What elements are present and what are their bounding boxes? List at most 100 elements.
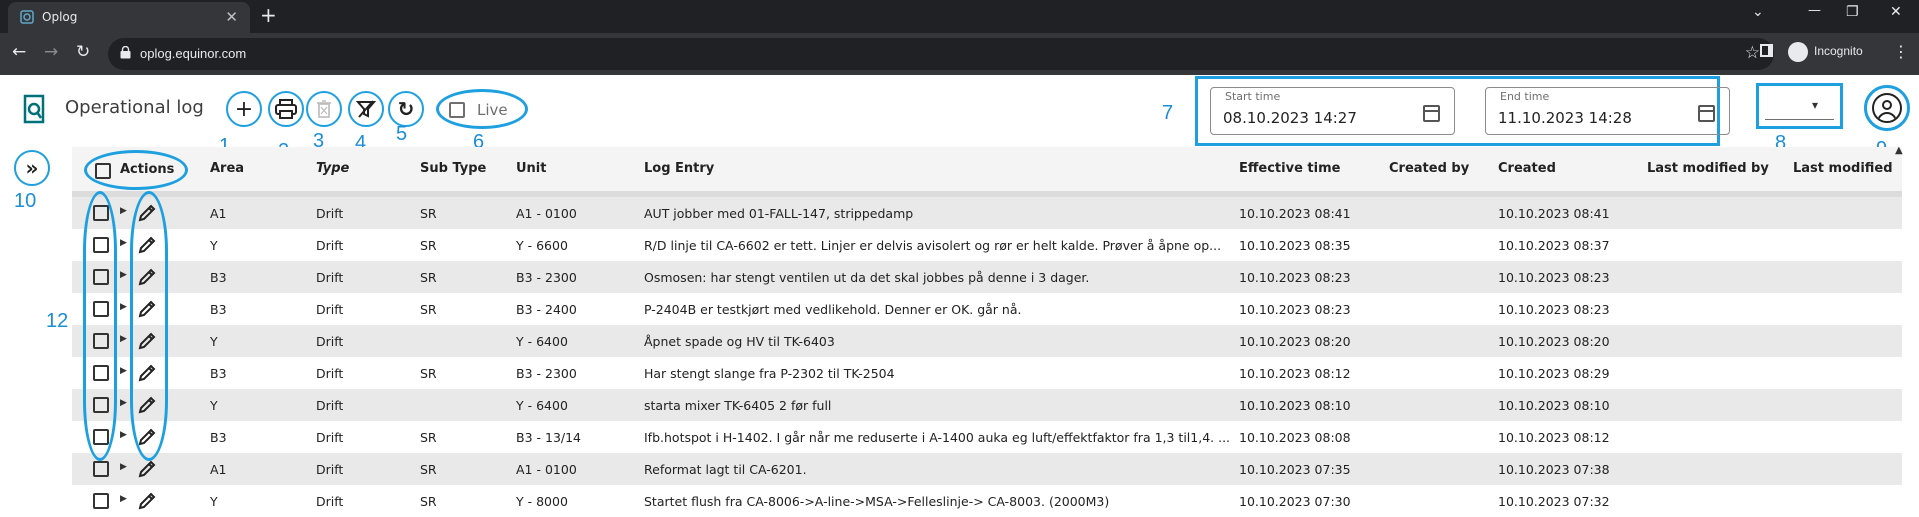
cell-log-entry: Reformat lagt til CA-6201. — [644, 462, 807, 477]
window-close-icon[interactable]: ✕ — [1890, 4, 1902, 20]
cell-sub-type: SR — [420, 430, 437, 445]
account-icon — [1872, 93, 1902, 123]
browser-menu-icon[interactable]: ⋮ — [1893, 42, 1909, 61]
annotation-7: 7 — [1162, 102, 1174, 124]
cell-area: B3 — [210, 302, 227, 317]
col-created-by[interactable]: Created by — [1389, 161, 1469, 176]
forward-icon[interactable]: → — [44, 42, 58, 62]
cell-created: 10.10.2023 08:37 — [1498, 238, 1610, 253]
col-last-modified[interactable]: Last modified — [1793, 161, 1893, 176]
preset-select[interactable]: ▾ — [1756, 83, 1843, 129]
edit-pencil-icon[interactable] — [136, 458, 158, 480]
end-time-label: End time — [1500, 90, 1550, 103]
cell-sub-type: SR — [420, 302, 437, 317]
expand-row-icon[interactable]: ▶ — [120, 334, 127, 344]
expand-row-icon[interactable]: ▶ — [120, 494, 127, 504]
col-unit[interactable]: Unit — [516, 161, 546, 176]
start-time-field[interactable]: Start time 08.10.2023 14:27 — [1210, 87, 1455, 135]
expand-row-icon[interactable]: ▶ — [120, 302, 127, 312]
cell-log-entry: AUT jobber med 01-FALL-147, strippedamp — [644, 206, 914, 221]
table-row[interactable]: ▶ Y Drift SR Y - 8000 Startet flush fra CA-80… — [72, 485, 1902, 517]
reload-icon[interactable]: ↻ — [76, 42, 90, 62]
table-row[interactable]: ▶ A1 Drift SR A1 - 0100 AUT jobber med 01-FAL… — [72, 197, 1902, 229]
cell-effective-time: 10.10.2023 08:41 — [1239, 206, 1351, 221]
side-panel-icon[interactable] — [1760, 44, 1773, 57]
cell-log-entry: Åpnet spade og HV til TK-6403 — [644, 334, 835, 349]
cell-type: Drift — [316, 334, 344, 349]
table-row[interactable]: ▶ B3 Drift SR B3 - 2300 Osmosen: har stengt v… — [72, 261, 1902, 293]
refresh-icon: ↻ — [397, 97, 415, 121]
cell-effective-time: 10.10.2023 08:20 — [1239, 334, 1351, 349]
delete-icon — [317, 100, 331, 118]
url-field[interactable]: oplog.equinor.com ☆ — [108, 38, 1774, 70]
cell-sub-type: SR — [420, 366, 437, 381]
scroll-up-icon[interactable]: ▲ — [1895, 145, 1903, 156]
edit-pencil-icon[interactable] — [136, 490, 158, 512]
cell-created: 10.10.2023 08:23 — [1498, 302, 1610, 317]
double-chevron-right-icon: » — [25, 156, 39, 180]
cell-log-entry: P-2404B er testkjørt med vedlikehold. De… — [644, 302, 1022, 317]
row-checkbox[interactable] — [93, 461, 109, 477]
clear-filter-button[interactable] — [348, 91, 384, 127]
cell-unit: B3 - 2400 — [516, 302, 577, 317]
select-all-actions[interactable]: Actions — [84, 150, 188, 190]
expand-row-icon[interactable]: ▶ — [120, 270, 127, 280]
add-log-button[interactable]: + — [226, 91, 262, 127]
tab-title: Oplog — [42, 10, 78, 24]
table-row[interactable]: ▶ A1 Drift SR A1 - 0100 Reformat lagt til CA-… — [72, 453, 1902, 485]
cell-effective-time: 10.10.2023 08:23 — [1239, 302, 1351, 317]
app-content: Operational log + ↻ Live 1 2 3 4 5 6 7 8… — [0, 75, 1919, 517]
tab-close-icon[interactable]: ✕ — [225, 8, 238, 26]
col-sub-type[interactable]: Sub Type — [420, 161, 486, 176]
cell-unit: Y - 6400 — [516, 398, 568, 413]
table-row[interactable]: ▶ Y Drift Y - 6400 Åpnet spade og HV til TK-… — [72, 325, 1902, 357]
expand-row-icon[interactable]: ▶ — [120, 430, 127, 440]
back-icon[interactable]: ← — [12, 42, 26, 62]
cell-effective-time: 10.10.2023 08:08 — [1239, 430, 1351, 445]
calendar-icon[interactable] — [1423, 105, 1440, 122]
col-area[interactable]: Area — [210, 161, 244, 176]
tab-search-icon[interactable]: ⌄ — [1752, 4, 1764, 20]
cell-type: Drift — [316, 238, 344, 253]
expand-row-icon[interactable]: ▶ — [120, 462, 127, 472]
annotation-12: 12 — [46, 310, 69, 332]
restore-icon[interactable]: ❐ — [1846, 4, 1859, 20]
expand-row-icon[interactable]: ▶ — [120, 238, 127, 248]
cell-area: Y — [210, 494, 218, 509]
print-button[interactable] — [268, 91, 304, 127]
table-row[interactable]: ▶ Y Drift SR Y - 6600 R/D linje til CA-6602 e… — [72, 229, 1902, 261]
add-icon: + — [234, 96, 254, 122]
url-text: oplog.equinor.com — [140, 46, 247, 61]
user-account-button[interactable] — [1864, 85, 1910, 131]
incognito-indicator[interactable]: Incognito — [1788, 42, 1863, 62]
print-icon — [275, 99, 297, 119]
bookmark-star-icon[interactable]: ☆ — [1745, 43, 1760, 63]
table-row[interactable]: ▶ Y Drift Y - 6400 starta mixer TK-6405 2 fø… — [72, 389, 1902, 421]
col-effective-time[interactable]: Effective time — [1239, 161, 1340, 176]
col-last-modified-by[interactable]: Last modified by — [1647, 161, 1769, 176]
new-tab-icon[interactable]: + — [260, 3, 277, 27]
cell-area: Y — [210, 238, 218, 253]
expand-row-icon[interactable]: ▶ — [120, 366, 127, 376]
calendar-icon[interactable] — [1698, 105, 1715, 122]
expand-row-icon[interactable]: ▶ — [120, 398, 127, 408]
table-row[interactable]: ▶ B3 Drift SR B3 - 2400 P-2404B er testkjørt … — [72, 293, 1902, 325]
table-row[interactable]: ▶ B3 Drift SR B3 - 2300 Har stengt slange fra… — [72, 357, 1902, 389]
live-toggle[interactable]: Live — [436, 89, 528, 129]
col-log-entry[interactable]: Log Entry — [644, 161, 714, 176]
refresh-button[interactable]: ↻ — [388, 91, 424, 127]
delete-button[interactable] — [306, 91, 342, 127]
expand-sidebar-button[interactable]: » — [14, 150, 50, 186]
live-checkbox[interactable] — [449, 102, 465, 118]
cell-area: B3 — [210, 430, 227, 445]
minimize-icon[interactable]: — — [1808, 3, 1821, 18]
expand-row-icon[interactable]: ▶ — [120, 206, 127, 216]
browser-tab[interactable]: Oplog ✕ — [8, 2, 250, 33]
table-row[interactable]: ▶ B3 Drift SR B3 - 13/14 Ifb.hotspot i H-1402… — [72, 421, 1902, 453]
col-type[interactable]: Type — [316, 161, 349, 176]
col-created[interactable]: Created — [1498, 161, 1556, 176]
cell-created: 10.10.2023 08:23 — [1498, 270, 1610, 285]
row-checkbox[interactable] — [93, 493, 109, 509]
select-all-checkbox[interactable] — [95, 163, 111, 179]
end-time-field[interactable]: End time 11.10.2023 14:28 — [1485, 87, 1730, 135]
